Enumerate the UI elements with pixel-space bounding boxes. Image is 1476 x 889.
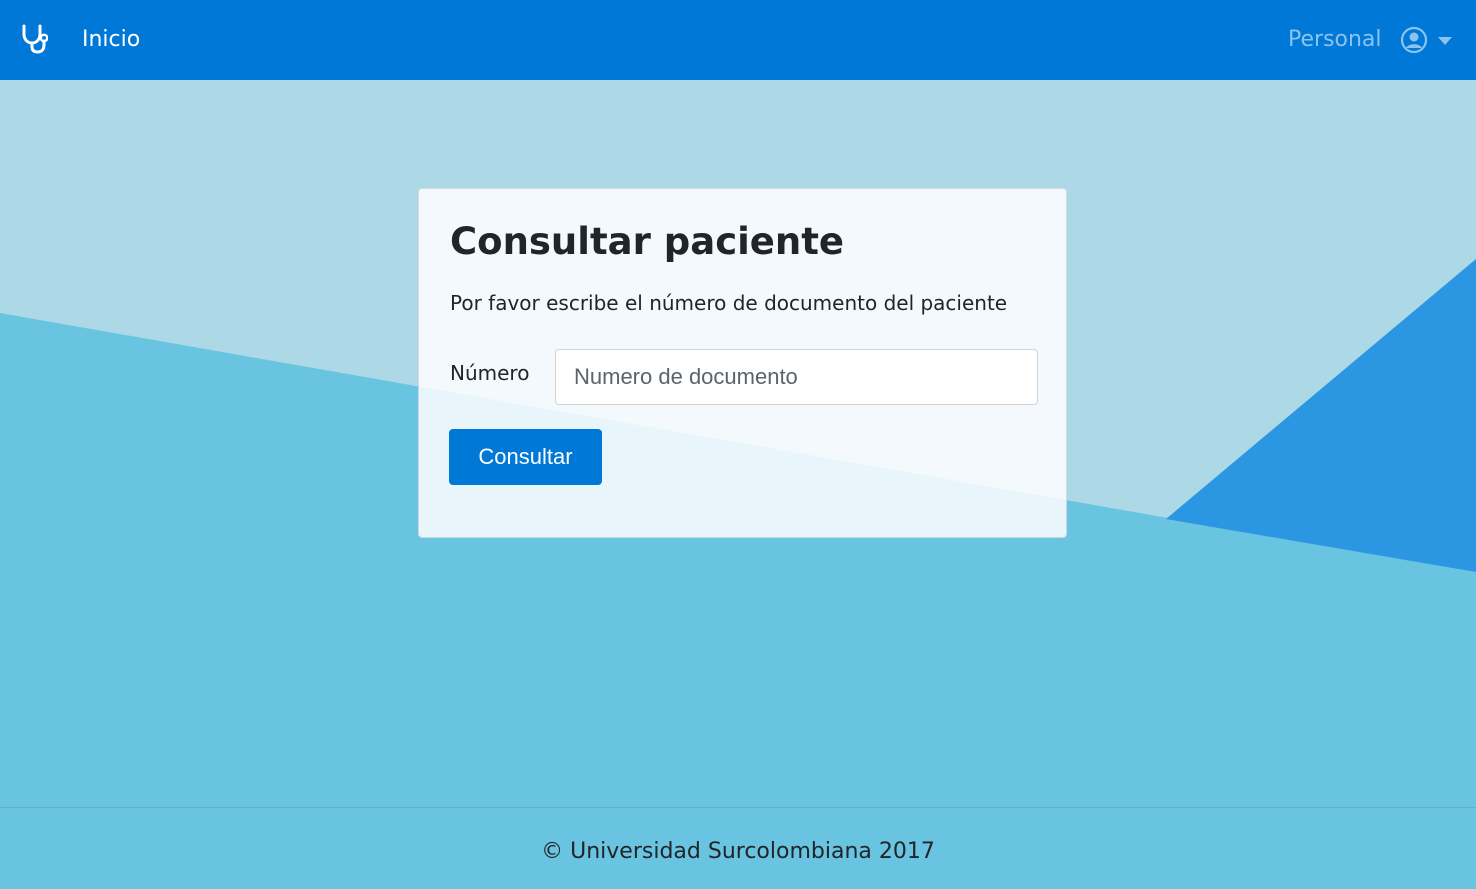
- footer-copyright: © Universidad Surcolombiana 2017: [541, 839, 935, 864]
- card-title: Consultar paciente: [450, 220, 845, 263]
- top-navbar: Inicio Personal: [0, 0, 1476, 80]
- caret-down-icon: [1438, 37, 1452, 45]
- nav-link-home[interactable]: Inicio: [82, 26, 140, 54]
- stethoscope-icon[interactable]: [20, 24, 48, 54]
- user-menu-toggle[interactable]: [1398, 24, 1458, 56]
- document-number-label: Número: [450, 361, 530, 385]
- user-circle-icon: [1400, 26, 1428, 54]
- nav-link-personal[interactable]: Personal: [1288, 26, 1382, 54]
- page: Inicio Personal Consultar paciente Por f…: [0, 0, 1476, 889]
- consult-patient-card: Consultar paciente Por favor escribe el …: [418, 188, 1067, 538]
- document-number-input[interactable]: [555, 349, 1038, 405]
- card-subtitle: Por favor escribe el número de documento…: [450, 291, 1008, 315]
- footer: © Universidad Surcolombiana 2017: [0, 807, 1476, 889]
- consult-button[interactable]: Consultar: [449, 429, 602, 485]
